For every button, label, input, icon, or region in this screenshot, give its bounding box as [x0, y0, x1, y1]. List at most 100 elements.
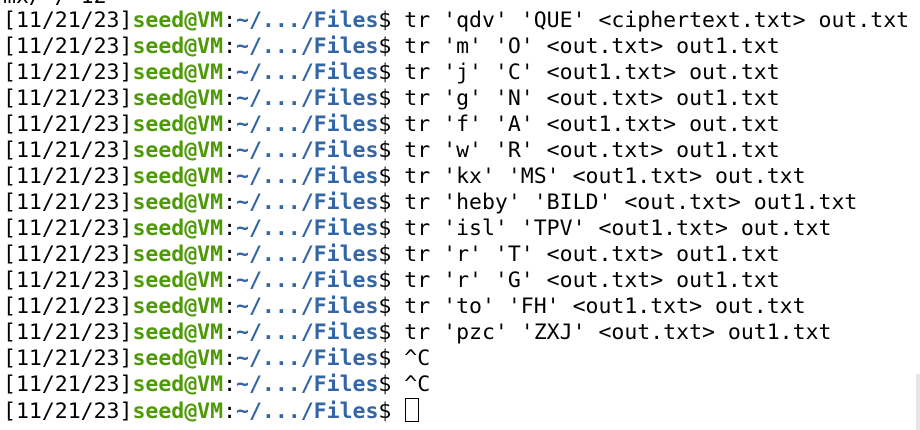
prompt-path: ~/.../Files: [236, 60, 379, 85]
prompt-symbol: $: [378, 86, 405, 111]
prompt-path: ~/.../Files: [236, 8, 379, 33]
prompt-symbol: $: [378, 320, 405, 345]
terminal-line: [11/21/23]seed@VM:~/.../Files$ tr 'r' 'G…: [3, 268, 780, 294]
command-text: tr 'f' 'A' <out1.txt> out.txt: [404, 112, 780, 137]
prompt-user: seed@VM: [132, 34, 224, 59]
prompt-user: seed@VM: [132, 268, 224, 293]
prompt-date: [11/21/23]: [3, 216, 133, 241]
command-text: tr 'g' 'N' <out.txt> out1.txt: [404, 86, 780, 111]
prompt-symbol: $: [378, 216, 405, 241]
prompt-date: [11/21/23]: [3, 8, 133, 33]
prompt-separator: :: [223, 268, 237, 293]
command-text: tr 'pzc' 'ZXJ' <out.txt> out1.txt: [404, 320, 832, 345]
prompt-separator: :: [223, 216, 237, 241]
command-text: tr 'isl' 'TPV' <out1.txt> out.txt: [404, 216, 832, 241]
prompt-symbol: $: [378, 138, 405, 163]
prompt-symbol: $: [378, 268, 405, 293]
command-text: tr 'j' 'C' <out1.txt> out.txt: [404, 60, 780, 85]
terminal-line: [11/21/23]seed@VM:~/.../Files$ tr 'to' '…: [3, 294, 806, 320]
terminal-line: [11/21/23]seed@VM:~/.../Files$ tr 'f' 'A…: [3, 112, 780, 138]
prompt-path: ~/.../Files: [236, 86, 379, 111]
prompt-path: ~/.../Files: [236, 216, 379, 241]
prompt-separator: :: [223, 320, 237, 345]
prompt-path: ~/.../Files: [236, 399, 379, 424]
prompt-date: [11/21/23]: [3, 268, 133, 293]
prompt-separator: :: [223, 190, 237, 215]
terminal-line: [11/21/23]seed@VM:~/.../Files$ tr 'r' 'T…: [3, 242, 780, 268]
command-text: tr 'qdv' 'QUE' <ciphertext.txt> out.txt: [404, 8, 910, 33]
prompt-date: [11/21/23]: [3, 399, 133, 424]
prompt-date: [11/21/23]: [3, 112, 133, 137]
prompt-symbol: $: [378, 60, 405, 85]
prompt-separator: :: [223, 164, 237, 189]
prompt-user: seed@VM: [132, 60, 224, 85]
prompt-symbol: $: [378, 34, 405, 59]
prompt-path: ~/.../Files: [236, 320, 379, 345]
prompt-path: ~/.../Files: [236, 294, 379, 319]
prompt-date: [11/21/23]: [3, 346, 133, 371]
prompt-separator: :: [223, 346, 237, 371]
prompt-path: ~/.../Files: [236, 164, 379, 189]
terminal-window[interactable]: mx/ / 12 [11/21/23]seed@VM:~/.../Files$ …: [0, 0, 920, 430]
command-text: tr 'm' 'O' <out.txt> out1.txt: [404, 34, 780, 59]
prompt-separator: :: [223, 112, 237, 137]
prompt-separator: :: [223, 399, 237, 424]
prompt-path: ~/.../Files: [236, 268, 379, 293]
prompt-path: ~/.../Files: [236, 346, 379, 371]
command-text: tr 'r' 'G' <out.txt> out1.txt: [404, 268, 780, 293]
prompt-user: seed@VM: [132, 138, 224, 163]
prompt-user: seed@VM: [132, 112, 224, 137]
terminal-line: [11/21/23]seed@VM:~/.../Files$ tr 'm' 'O…: [3, 34, 780, 60]
prompt-date: [11/21/23]: [3, 60, 133, 85]
terminal-line: [11/21/23]seed@VM:~/.../Files$ tr 'j' 'C…: [3, 60, 780, 86]
command-text: tr 'kx' 'MS' <out1.txt> out.txt: [404, 164, 806, 189]
terminal-line: [11/21/23]seed@VM:~/.../Files$ tr 'kx' '…: [3, 164, 806, 190]
prompt-path: ~/.../Files: [236, 372, 379, 397]
prompt-symbol: $: [378, 399, 405, 424]
prompt-date: [11/21/23]: [3, 86, 133, 111]
command-text: tr 'r' 'T' <out.txt> out1.txt: [404, 242, 780, 267]
terminal-line: [11/21/23]seed@VM:~/.../Files$ tr 'g' 'N…: [3, 86, 780, 112]
prompt-separator: :: [223, 242, 237, 267]
prompt-symbol: $: [378, 294, 405, 319]
prompt-separator: :: [223, 138, 237, 163]
terminal-line: [11/21/23]seed@VM:~/.../Files$ tr 'heby'…: [3, 190, 857, 216]
terminal-line: [11/21/23]seed@VM:~/.../Files$ tr 'isl' …: [3, 216, 831, 242]
terminal-line: [11/21/23]seed@VM:~/.../Files$ ^C: [3, 346, 430, 372]
prompt-separator: :: [223, 60, 237, 85]
prompt-path: ~/.../Files: [236, 138, 379, 163]
prompt-user: seed@VM: [132, 242, 224, 267]
text-cursor[interactable]: [405, 398, 420, 422]
prompt-path: ~/.../Files: [236, 190, 379, 215]
command-text: tr 'heby' 'BILD' <out.txt> out1.txt: [404, 190, 858, 215]
prompt-date: [11/21/23]: [3, 138, 133, 163]
prompt-symbol: $: [378, 242, 405, 267]
prompt-symbol: $: [378, 112, 405, 137]
command-text: ^C: [404, 372, 431, 397]
prompt-date: [11/21/23]: [3, 320, 133, 345]
prompt-symbol: $: [378, 190, 405, 215]
command-text: tr 'to' 'FH' <out1.txt> out.txt: [404, 294, 806, 319]
prompt-user: seed@VM: [132, 8, 224, 33]
terminal-line: [11/21/23]seed@VM:~/.../Files$ tr 'pzc' …: [3, 320, 831, 346]
prompt-user: seed@VM: [132, 294, 224, 319]
command-text: tr 'w' 'R' <out.txt> out1.txt: [404, 138, 780, 163]
terminal-line: [11/21/23]seed@VM:~/.../Files$ tr 'w' 'R…: [3, 138, 780, 164]
prompt-separator: :: [223, 8, 237, 33]
prompt-separator: :: [223, 372, 237, 397]
prompt-date: [11/21/23]: [3, 294, 133, 319]
prompt-user: seed@VM: [132, 320, 224, 345]
terminal-line: [11/21/23]seed@VM:~/.../Files$ tr 'qdv' …: [3, 8, 909, 34]
prompt-user: seed@VM: [132, 346, 224, 371]
prompt-symbol: $: [378, 8, 405, 33]
prompt-date: [11/21/23]: [3, 164, 133, 189]
prompt-user: seed@VM: [132, 372, 224, 397]
prompt-date: [11/21/23]: [3, 242, 133, 267]
prompt-separator: :: [223, 86, 237, 111]
prompt-date: [11/21/23]: [3, 34, 133, 59]
scrollbar[interactable]: [916, 374, 920, 430]
prompt-path: ~/.../Files: [236, 34, 379, 59]
prompt-symbol: $: [378, 164, 405, 189]
terminal-line: [11/21/23]seed@VM:~/.../Files$: [3, 398, 420, 424]
prompt-separator: :: [223, 294, 237, 319]
